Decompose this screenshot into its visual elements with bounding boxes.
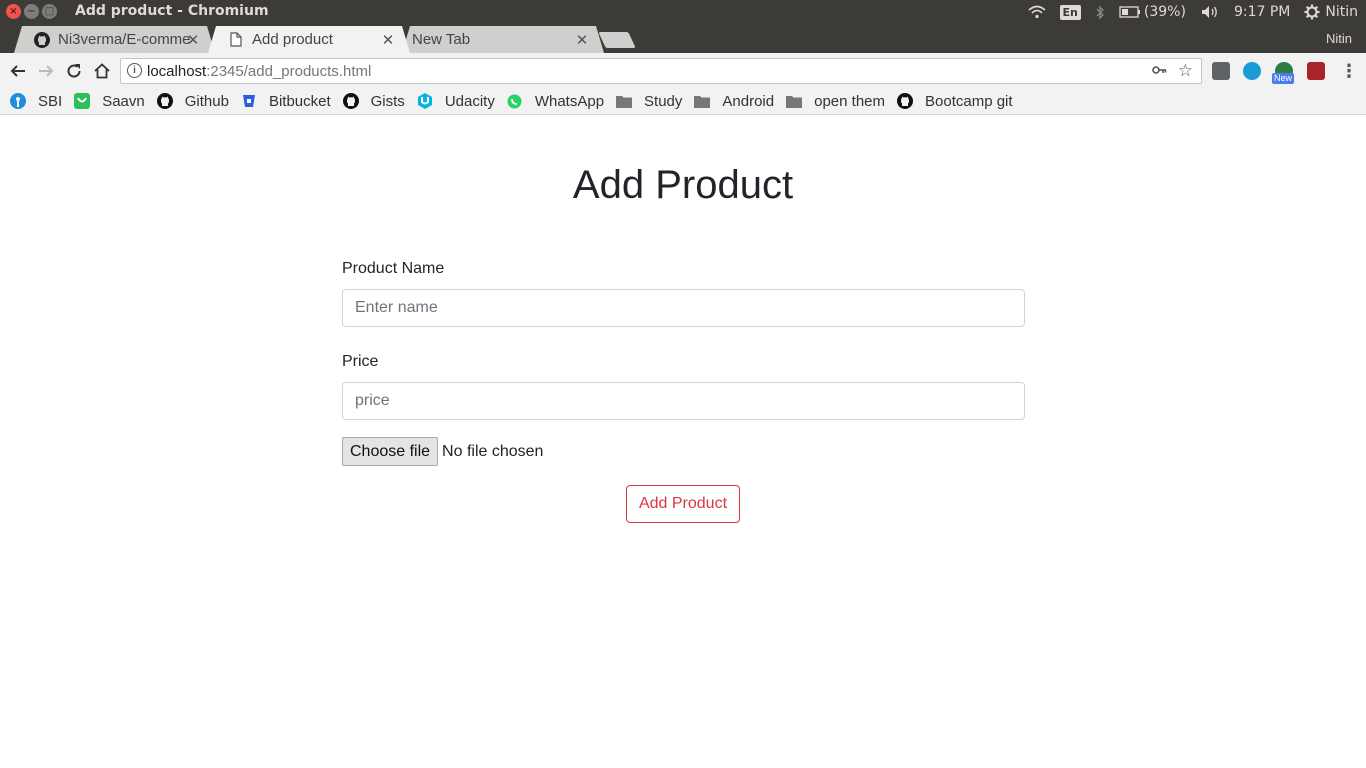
url-text: localhost:2345/add_products.html <box>147 63 371 80</box>
browser-toolbar: i localhost:2345/add_products.html ☆ New… <box>0 53 1366 88</box>
folder-icon <box>694 93 711 109</box>
battery-percent: (39%) <box>1143 4 1186 20</box>
extension-w-icon[interactable] <box>1307 62 1325 80</box>
product-name-label: Product Name <box>342 260 445 277</box>
bookmark-bitbucket[interactable]: Bitbucket <box>241 93 331 110</box>
tab-close-icon[interactable]: ✕ <box>380 31 396 49</box>
page-icon <box>228 32 244 48</box>
tab-add-product[interactable]: Add product ✕ <box>208 26 410 53</box>
home-button[interactable] <box>92 61 112 81</box>
forward-button[interactable] <box>36 61 56 81</box>
window-title: Add product - Chromium <box>75 3 269 19</box>
tab-label: New Tab <box>412 31 471 48</box>
tab-label: Ni3verma/E-comme <box>58 31 191 48</box>
page-title: Add Product <box>572 163 794 207</box>
battery-indicator[interactable]: (39%) <box>1119 4 1186 20</box>
window-maximize-button[interactable]: □ <box>42 4 57 19</box>
udacity-icon <box>417 93 433 109</box>
github-icon <box>156 93 173 109</box>
extension-lightbulb-icon[interactable] <box>1212 62 1230 80</box>
arrow-right-icon <box>39 65 54 77</box>
bookmark-saavn[interactable]: Saavn <box>74 93 145 110</box>
sbi-icon <box>10 93 26 109</box>
bookmark-label: Saavn <box>102 92 145 110</box>
browser-menu-icon[interactable]: ⋮ <box>1340 61 1358 82</box>
bookmark-label: Bitbucket <box>268 92 331 110</box>
bookmark-label: Bootcamp git <box>925 92 1013 110</box>
bookmark-folder-android[interactable]: Android <box>694 93 774 110</box>
address-bar[interactable]: i localhost:2345/add_products.html ☆ <box>120 58 1202 84</box>
tab-strip: Ni3verma/E-comme ✕ Add product ✕ New Tab… <box>0 24 1366 53</box>
system-tray: En (39%) 9:17 PM Nitin <box>1028 0 1358 24</box>
tab-close-icon[interactable]: ✕ <box>574 31 590 49</box>
settings-gear-icon <box>1304 4 1320 20</box>
url-path: :2345/add_products.html <box>206 63 372 80</box>
bookmark-label: Gists <box>370 92 405 110</box>
site-info-icon[interactable]: i <box>127 63 142 78</box>
file-status-text: No file chosen <box>442 442 544 460</box>
user-menu[interactable]: Nitin <box>1304 4 1358 20</box>
bookmarks-bar: SBI Saavn Github Bitbucket Gists Udacity… <box>0 88 1366 115</box>
bookmark-label: SBI <box>38 92 63 110</box>
url-host: localhost <box>147 63 207 80</box>
window-close-button[interactable]: × <box>6 4 21 19</box>
bookmark-label: Android <box>722 92 775 110</box>
os-top-bar: × − □ Add product - Chromium En (39%) 9:… <box>0 0 1366 24</box>
github-icon <box>897 93 913 109</box>
bitbucket-icon <box>241 93 257 109</box>
new-tab-button[interactable] <box>598 32 636 48</box>
whatsapp-icon <box>507 93 523 109</box>
volume-icon[interactable] <box>1200 5 1220 19</box>
window-minimize-button[interactable]: − <box>24 4 39 19</box>
keyboard-layout-indicator[interactable]: En <box>1059 4 1081 20</box>
bookmark-star-icon[interactable]: ☆ <box>1178 61 1193 81</box>
bookmark-label: Github <box>184 92 229 110</box>
back-button[interactable] <box>8 61 28 81</box>
user-name: Nitin <box>1325 4 1358 20</box>
github-icon <box>342 93 359 109</box>
bookmark-label: Study <box>644 92 683 110</box>
choose-file-button[interactable]: Choose file <box>342 437 439 466</box>
folder-icon <box>786 93 803 109</box>
tab-close-icon[interactable]: ✕ <box>185 31 201 49</box>
bluetooth-icon[interactable] <box>1095 4 1105 20</box>
bookmark-github[interactable]: Github <box>156 92 229 110</box>
extension-new-badge: New <box>1272 73 1295 84</box>
arrow-left-icon <box>10 65 25 77</box>
bookmark-sbi[interactable]: SBI <box>10 93 62 110</box>
bookmark-udacity[interactable]: Udacity <box>417 93 495 110</box>
bookmark-label: open them <box>814 92 885 110</box>
tab-new-tab[interactable]: New Tab ✕ <box>402 26 604 53</box>
profile-button[interactable]: Nitin <box>1326 31 1352 46</box>
price-input[interactable] <box>342 382 1025 420</box>
add-product-button[interactable]: Add Product <box>626 485 740 523</box>
bookmark-gists[interactable]: Gists <box>342 92 405 110</box>
page-content: Add Product Product Name Price Choose fi… <box>0 115 1366 768</box>
file-input: Choose file No file chosen <box>342 437 1025 466</box>
add-product-form: Product Name Price Choose file No file c… <box>342 260 1025 466</box>
tab-github-repo[interactable]: Ni3verma/E-comme ✕ <box>14 26 215 53</box>
extension-eye-icon[interactable] <box>1243 62 1261 80</box>
github-icon <box>34 31 50 48</box>
home-icon <box>94 63 110 79</box>
product-name-input[interactable] <box>342 289 1025 327</box>
reload-icon <box>67 64 81 78</box>
bookmark-folder-study[interactable]: Study <box>616 93 682 110</box>
battery-icon <box>1119 6 1140 18</box>
bookmark-bootcamp-git[interactable]: Bootcamp git <box>897 93 1013 110</box>
bookmark-whatsapp[interactable]: WhatsApp <box>507 93 604 110</box>
saavn-icon <box>74 93 91 109</box>
reload-button[interactable] <box>64 61 84 81</box>
bookmark-folder-open-them[interactable]: open them <box>786 93 885 110</box>
window-controls: × − □ <box>6 4 57 19</box>
clock[interactable]: 9:17 PM <box>1234 4 1290 20</box>
price-label: Price <box>342 353 379 370</box>
folder-icon <box>616 93 633 109</box>
bookmark-label: WhatsApp <box>534 92 605 110</box>
tab-label: Add product <box>252 31 333 48</box>
key-icon[interactable] <box>1151 62 1167 82</box>
wifi-icon[interactable] <box>1028 5 1046 19</box>
bookmark-label: Udacity <box>444 92 495 110</box>
